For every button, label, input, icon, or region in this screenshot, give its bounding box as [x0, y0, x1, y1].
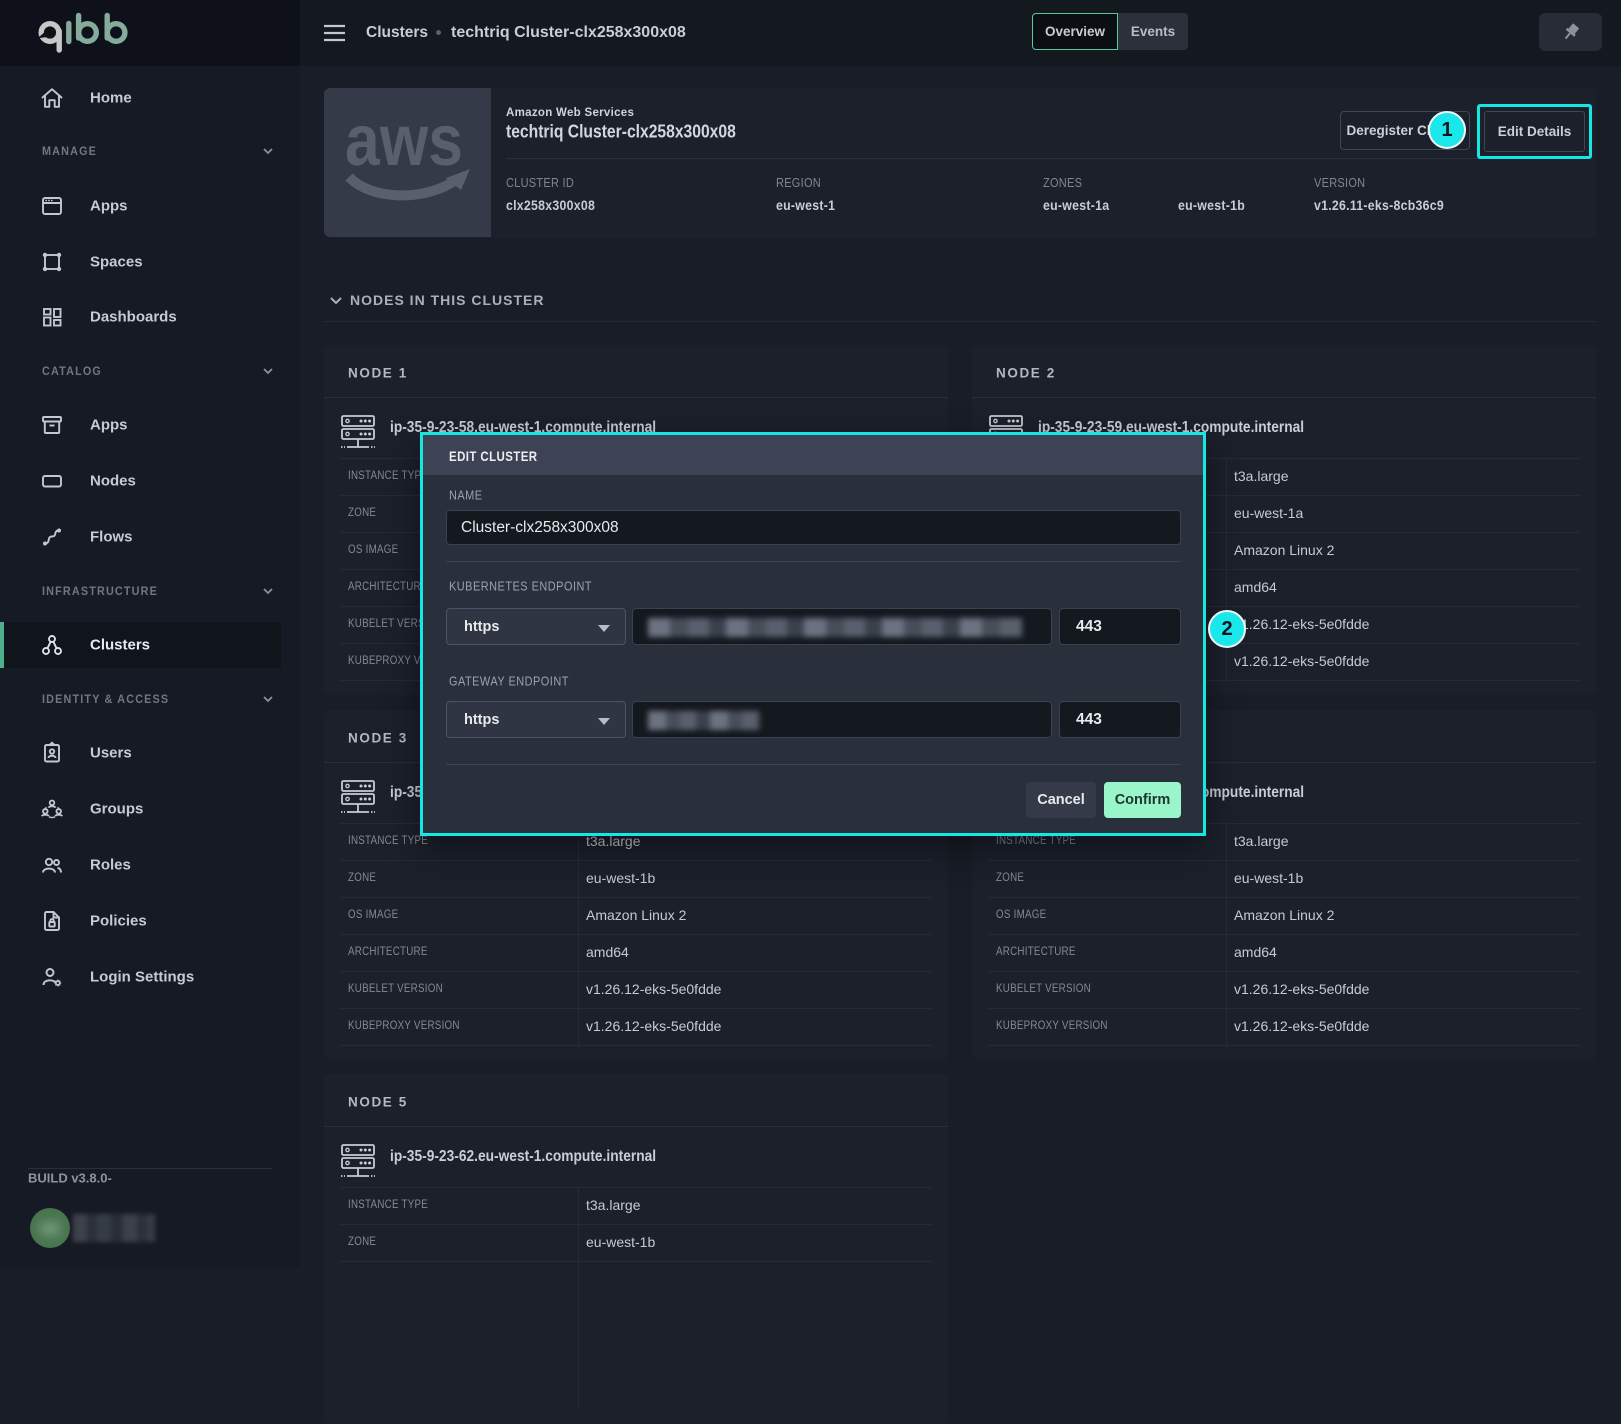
svg-text:aws: aws	[345, 118, 463, 181]
